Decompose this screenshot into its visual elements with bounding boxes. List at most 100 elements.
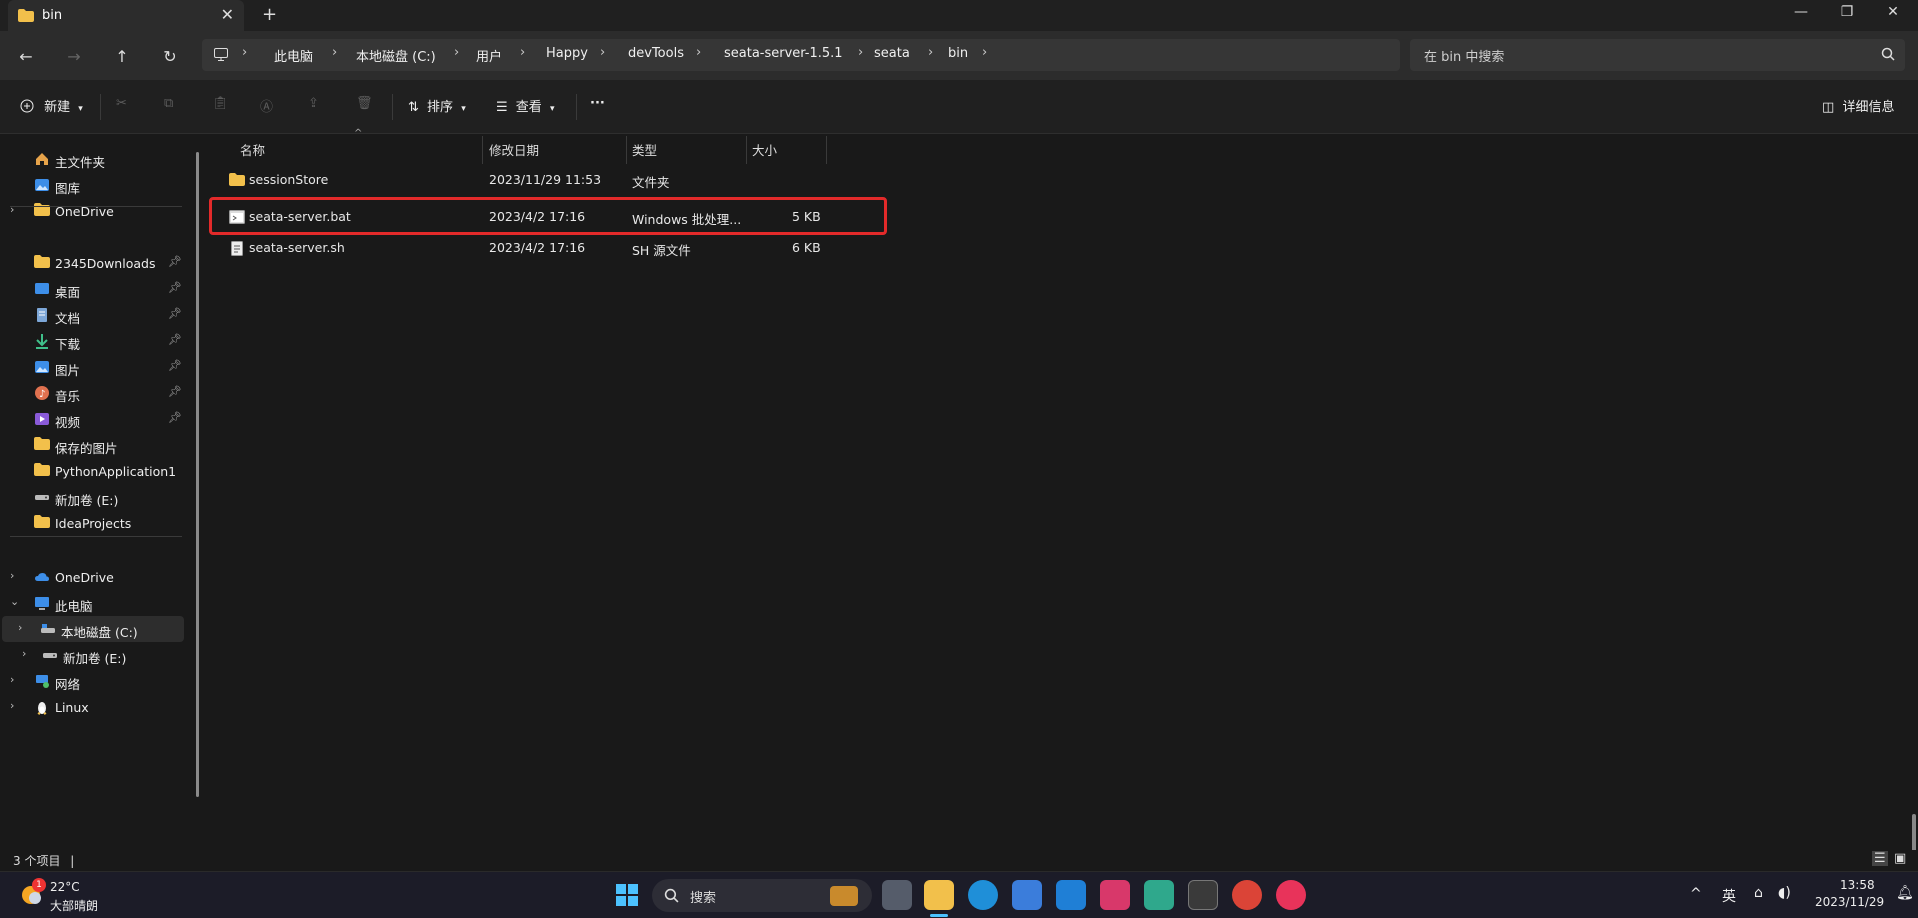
column-header-type[interactable]: 类型 [632,140,657,159]
weather-desc: 大部晴朗 [50,899,99,913]
breadcrumb-item[interactable]: Happy [546,46,588,61]
sidebar-item-desktop[interactable]: 桌面 📌︎ [8,276,190,302]
sidebar-item-home[interactable]: 主文件夹 [8,146,190,172]
sidebar-item-gallery[interactable]: 图库 [8,172,190,198]
share-icon[interactable]: ⇪ [308,96,319,111]
clock-time[interactable]: 13:58 [1840,878,1875,892]
ime-indicator[interactable]: 英 [1722,886,1736,906]
details-button[interactable]: ◫ 详细信息 [1822,96,1894,115]
sidebar-item-pictures[interactable]: 图片 📌︎ [8,354,190,380]
pin-icon[interactable]: 📌︎ [168,281,182,294]
new-tab-button[interactable]: + [262,4,277,25]
task-view-icon[interactable] [882,880,912,910]
table-row[interactable]: sessionStore 2023/11/29 11:53 文件夹 [208,165,888,193]
back-button[interactable]: ← [14,45,38,69]
pin-icon[interactable]: 📌︎ [168,307,182,320]
breadcrumb-item[interactable]: seata [874,46,910,61]
edge-icon[interactable] [968,880,998,910]
column-divider[interactable] [746,136,747,164]
sidebar-item-label: OneDrive [55,570,114,585]
datagrip-icon[interactable] [1144,880,1174,910]
view-button[interactable]: ☰ 查看 ▾ [496,96,554,115]
pin-icon[interactable]: 📌︎ [168,411,182,424]
sort-button[interactable]: ⇅ 排序 ▾ [408,96,466,115]
minimize-button[interactable]: — [1778,4,1824,20]
sidebar-item-pythonapplication1[interactable]: PythonApplication1 [8,458,190,484]
column-divider[interactable] [482,136,483,164]
cloud-icon [34,569,50,585]
breadcrumb-item[interactable]: 本地磁盘 (C:) [356,46,436,65]
volume-icon[interactable]: ◖) [1778,885,1791,901]
pin-icon[interactable]: 📌︎ [168,385,182,398]
notification-bell-icon[interactable]: 🔔︎ [1896,885,1914,901]
search-box[interactable]: 在 bin 中搜索 [1410,39,1905,71]
breadcrumb-item[interactable]: 此电脑 [274,46,313,65]
start-button[interactable] [612,880,642,910]
sidebar-item-drive-e[interactable]: › 新加卷 (E:) [8,642,190,668]
terminal-icon[interactable] [1188,880,1218,910]
more-options-button[interactable]: ··· [590,96,605,111]
new-button[interactable]: 新建 ▾ [20,96,83,115]
breadcrumb[interactable]: › 此电脑 › 本地磁盘 (C:) › 用户 › Happy › devTool… [202,39,1400,71]
sidebar-item-ideaprojects[interactable]: IdeaProjects [8,510,190,536]
vertical-scrollbar[interactable] [1912,814,1916,854]
close-window-button[interactable]: ✕ [1870,4,1916,20]
intellij-icon[interactable] [1100,880,1130,910]
chevron-up-icon[interactable]: ^ [1690,886,1702,902]
refresh-button[interactable]: ↻ [158,45,182,69]
column-divider[interactable] [826,136,827,164]
script-file-icon [231,241,243,260]
rename-icon[interactable]: Ⓐ [260,96,273,115]
sidebar-item-drive-c[interactable]: › 本地磁盘 (C:) [2,616,184,642]
file-explorer-taskbar-icon[interactable] [924,880,954,910]
tiles-view-icon[interactable]: ▣ [1894,851,1906,866]
breadcrumb-item[interactable]: devTools [628,46,684,61]
sidebar-item-linux[interactable]: › Linux [8,694,190,720]
network-icon [34,673,50,689]
sidebar-item-music[interactable]: ♪ 音乐 📌︎ [8,380,190,406]
maximize-button[interactable]: ❐ [1824,4,1870,20]
delete-icon[interactable]: 🗑︎ [356,96,373,111]
tab-bin[interactable]: bin ✕ [8,0,244,31]
up-button[interactable]: ↑ [110,45,134,69]
paste-icon[interactable]: 📋︎ [212,96,229,111]
taskbar-search[interactable]: 搜索 [652,879,872,912]
clock-date[interactable]: 2023/11/29 [1815,895,1884,909]
column-header-modified[interactable]: 修改日期 [489,140,539,159]
column-divider[interactable] [626,136,627,164]
tab-close-icon[interactable]: ✕ [221,5,234,24]
sidebar-item-this-pc[interactable]: ⌄ 此电脑 [8,590,190,616]
pin-icon[interactable]: 📌︎ [168,255,182,268]
details-view-icon[interactable]: ☰ [1872,851,1888,866]
pin-icon[interactable]: 📌︎ [168,333,182,346]
app-icon[interactable] [1276,880,1306,910]
breadcrumb-item[interactable]: seata-server-1.5.1 [724,46,843,61]
weather-widget[interactable]: 1 22°C 大部晴朗 [18,878,138,914]
sidebar-item-videos[interactable]: 视频 📌︎ [8,406,190,432]
pin-icon[interactable]: 📌︎ [168,359,182,372]
sidebar-item-documents[interactable]: 文档 📌︎ [8,302,190,328]
cut-icon[interactable]: ✂ [116,96,127,111]
copy-icon[interactable]: ⧉ [164,96,173,111]
forward-button[interactable]: → [62,45,86,69]
table-row[interactable]: seata-server.sh 2023/4/2 17:16 SH 源文件 6 … [208,236,888,264]
store-icon[interactable] [1012,880,1042,910]
chevron-down-icon: ⌄ [10,595,20,608]
sidebar-item-onedrive[interactable]: › OneDrive [8,564,190,590]
column-header-size[interactable]: 大小 [752,140,777,159]
breadcrumb-item[interactable]: 用户 [476,46,502,65]
breadcrumb-item[interactable]: bin [948,46,968,61]
folder-icon [229,173,245,190]
sidebar-item-2345downloads[interactable]: 2345Downloads 📌︎ [8,250,190,276]
sidebar-item-drive-e-quick[interactable]: 新加卷 (E:) [8,484,190,510]
sidebar-item-onedrive-personal[interactable]: › OneDrive [8,198,190,224]
network-tray-icon[interactable]: ⌂ [1754,885,1763,901]
chrome-icon[interactable] [1232,880,1262,910]
vscode-icon[interactable] [1056,880,1086,910]
sidebar-scrollbar[interactable] [196,152,199,797]
breadcrumb-separator: › [696,45,702,60]
sidebar-item-downloads[interactable]: 下载 📌︎ [8,328,190,354]
sidebar-item-saved-pictures[interactable]: 保存的图片 [8,432,190,458]
sidebar-item-network[interactable]: › 网络 [8,668,190,694]
column-header-name[interactable]: 名称 [240,140,265,159]
